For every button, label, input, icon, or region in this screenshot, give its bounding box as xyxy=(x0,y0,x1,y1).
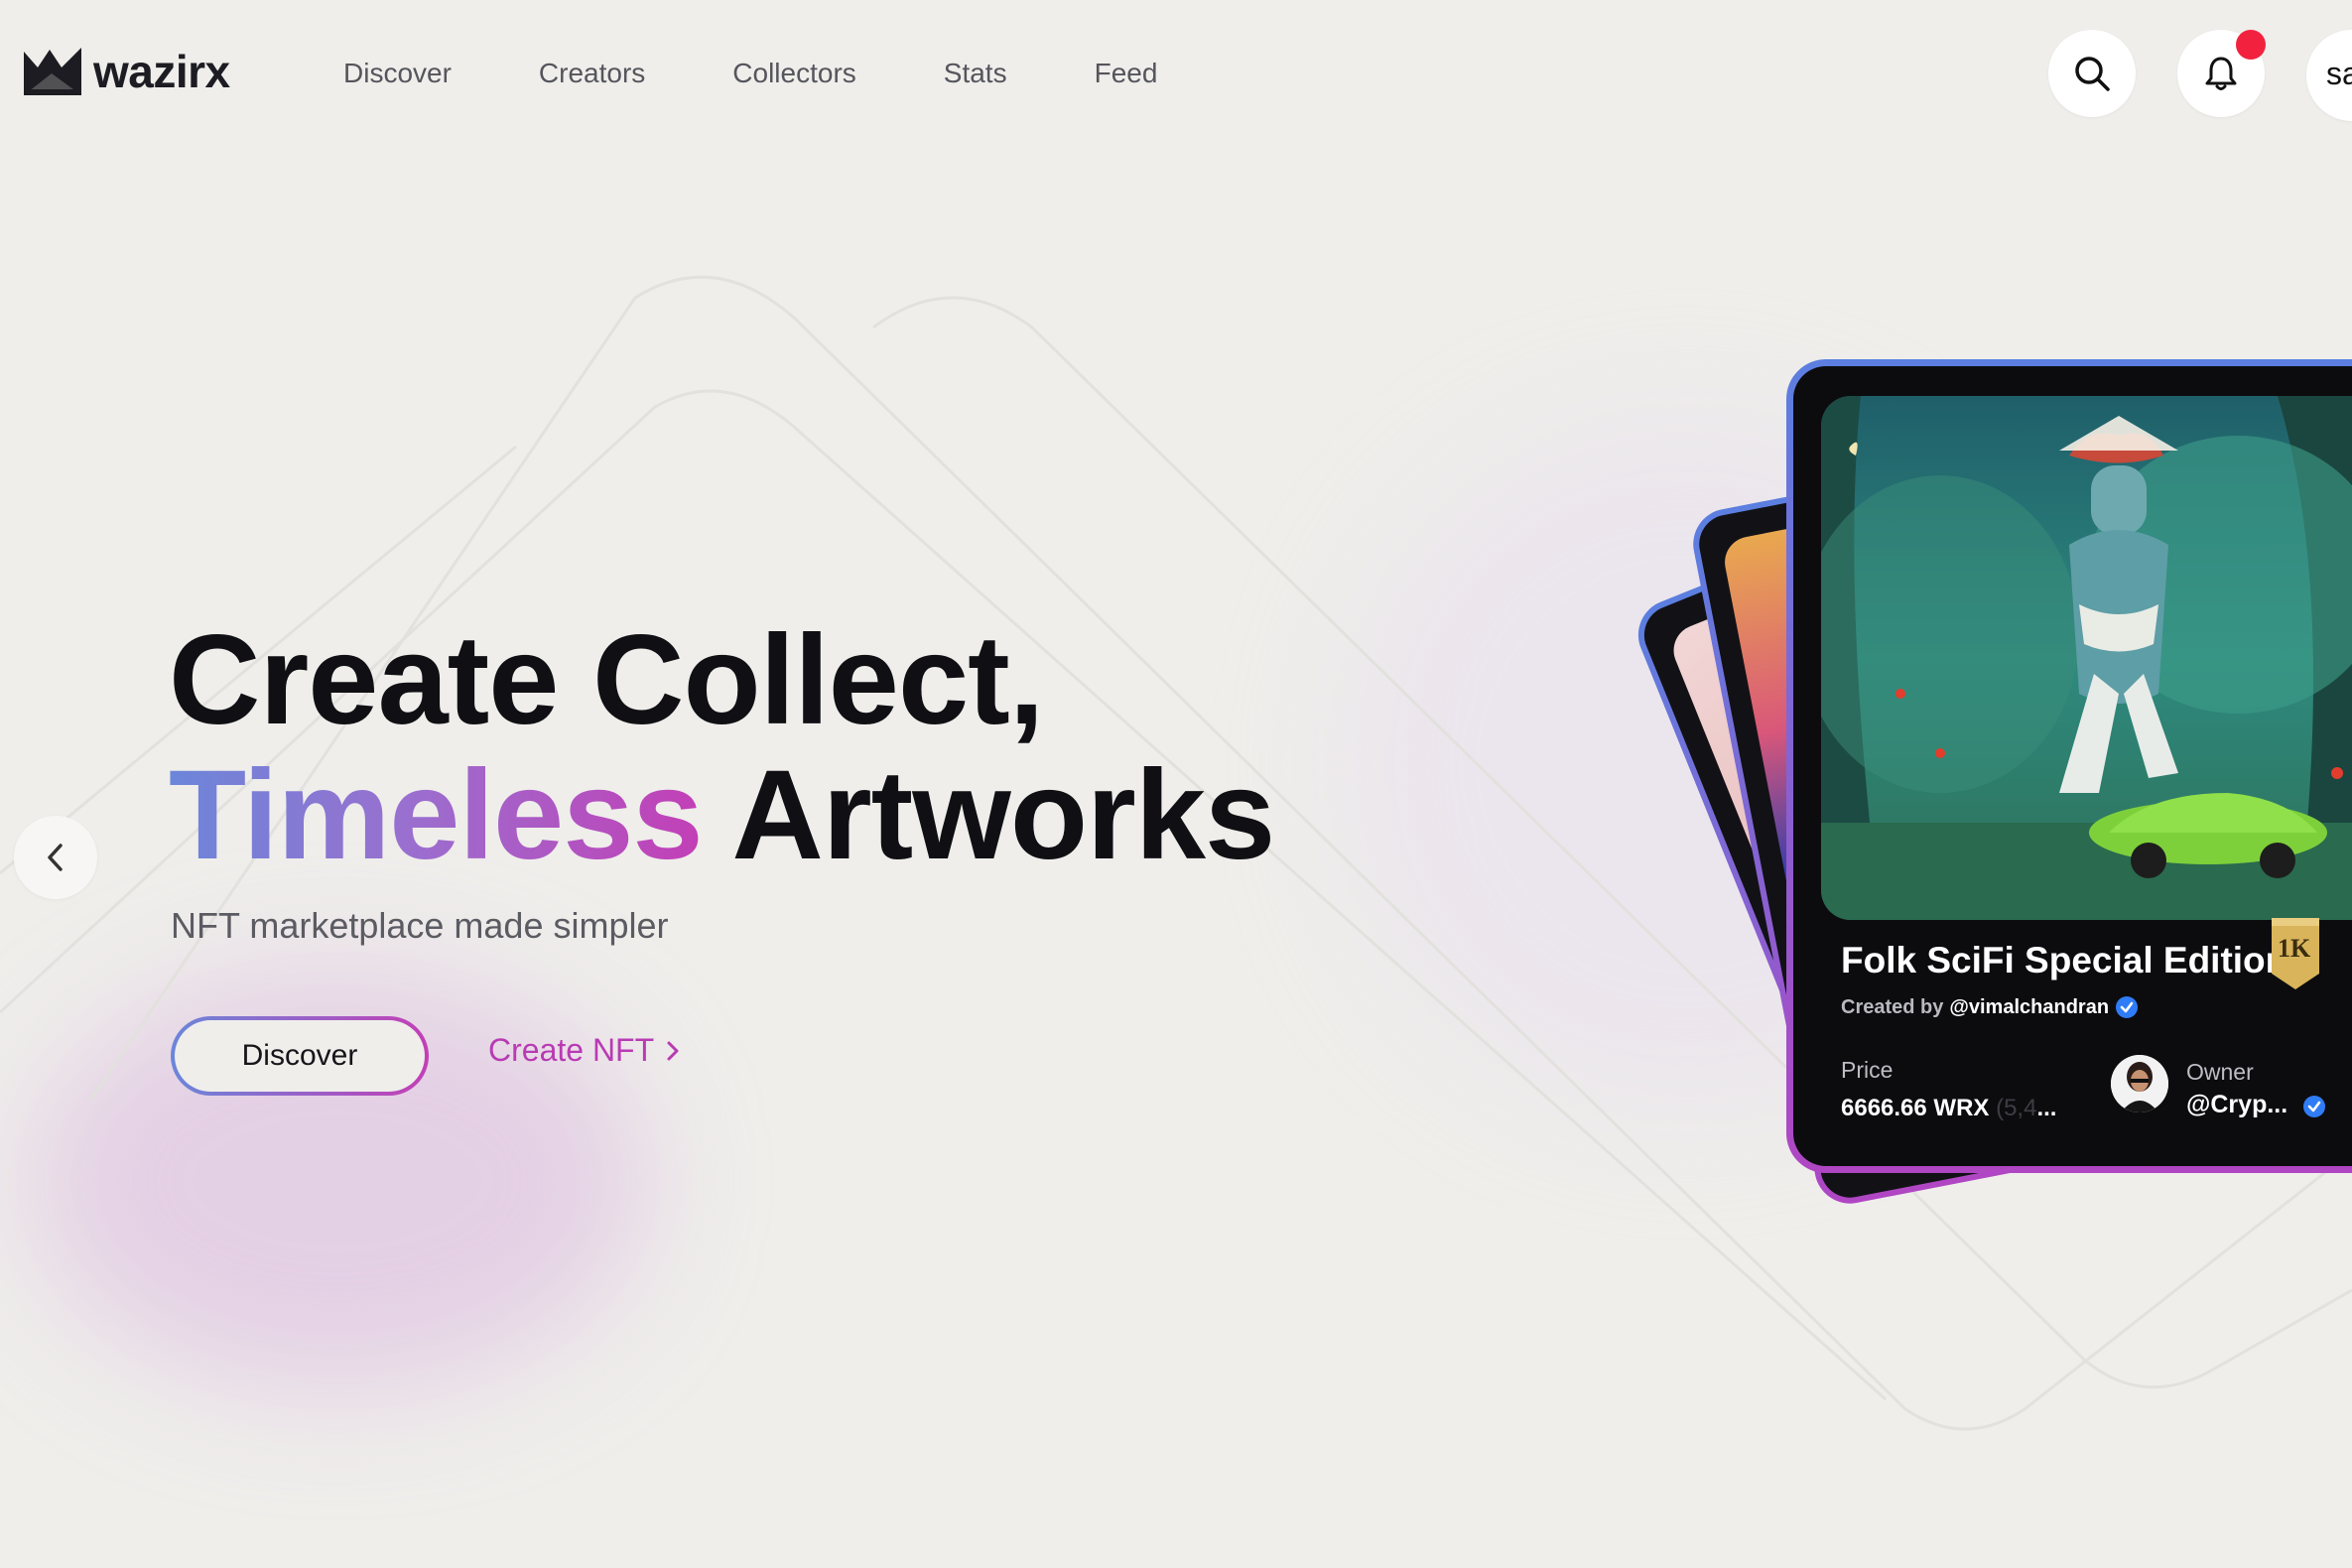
nft-artwork-image xyxy=(1821,396,2352,920)
avatar-initials: sa xyxy=(2326,56,2352,91)
wazirx-logo-icon xyxy=(24,48,81,95)
featured-nft-card[interactable]: Folk SciFi Special Edition 1K Created by… xyxy=(1786,359,2352,1173)
hero-title-rest: Artworks xyxy=(731,744,1275,886)
nft-title: Folk SciFi Special Edition xyxy=(1841,940,2288,980)
carousel-prev-button[interactable] xyxy=(14,816,97,899)
discover-button[interactable]: Discover xyxy=(171,1016,429,1096)
nav-link-collectors[interactable]: Collectors xyxy=(732,52,855,95)
price-value-wrx: 6666.66 WRX xyxy=(1841,1095,1990,1121)
created-by-label: Created by xyxy=(1841,995,1944,1018)
nav-link-stats[interactable]: Stats xyxy=(944,52,1007,95)
nav-link-feed[interactable]: Feed xyxy=(1095,52,1158,95)
search-icon xyxy=(2075,57,2110,91)
create-nft-link[interactable]: Create NFT xyxy=(488,1032,680,1069)
creator-handle[interactable]: @vimalchandran xyxy=(1949,996,2109,1019)
owner-label: Owner xyxy=(2186,1059,2254,1085)
price-label: Price xyxy=(1841,1057,1894,1083)
price-value: 6666.66 WRX (5,4... xyxy=(1841,1095,2056,1122)
price-value-secondary: (5,4 xyxy=(1996,1095,2037,1121)
owner-avatar[interactable] xyxy=(2111,1055,2168,1112)
edition-badge-text: 1K xyxy=(2278,934,2311,963)
hero-title: Create Collect, Timeless Artworks xyxy=(169,613,1275,883)
notification-badge xyxy=(2236,30,2266,60)
wazirx-logo[interactable]: wazirx xyxy=(22,44,230,99)
price-ellipsis: ... xyxy=(2036,1095,2057,1121)
nav-link-discover[interactable]: Discover xyxy=(343,52,452,95)
verified-check-icon xyxy=(2116,996,2139,1018)
edition-badge: 1K xyxy=(2268,918,2323,993)
nav-link-creators[interactable]: Creators xyxy=(539,52,645,95)
logo-text: wazirx xyxy=(93,46,230,97)
bell-icon xyxy=(2205,57,2237,90)
owner-handle[interactable]: @Cryp... xyxy=(2186,1091,2287,1119)
hero-title-line2: Timeless Artworks xyxy=(169,748,1275,883)
owner-avatar-image xyxy=(2111,1055,2168,1112)
hero-title-highlight: Timeless xyxy=(169,744,704,886)
artwork-illustration xyxy=(1821,396,2352,920)
create-nft-label: Create NFT xyxy=(488,1032,655,1068)
top-navbar: wazirx Discover Creators Collectors Stat… xyxy=(0,0,2352,147)
nav-links: Discover Creators Collectors Stats Feed xyxy=(343,52,1244,95)
hero-title-line1: Create Collect, xyxy=(169,609,1044,751)
nft-creator: Created by @vimalchandran xyxy=(1841,995,2139,1019)
chevron-right-icon xyxy=(667,1041,679,1060)
hero-subtitle: NFT marketplace made simpler xyxy=(171,905,669,946)
search-button[interactable] xyxy=(2048,30,2136,117)
chevron-left-icon xyxy=(48,844,63,871)
owner-verified-icon xyxy=(2303,1096,2325,1117)
